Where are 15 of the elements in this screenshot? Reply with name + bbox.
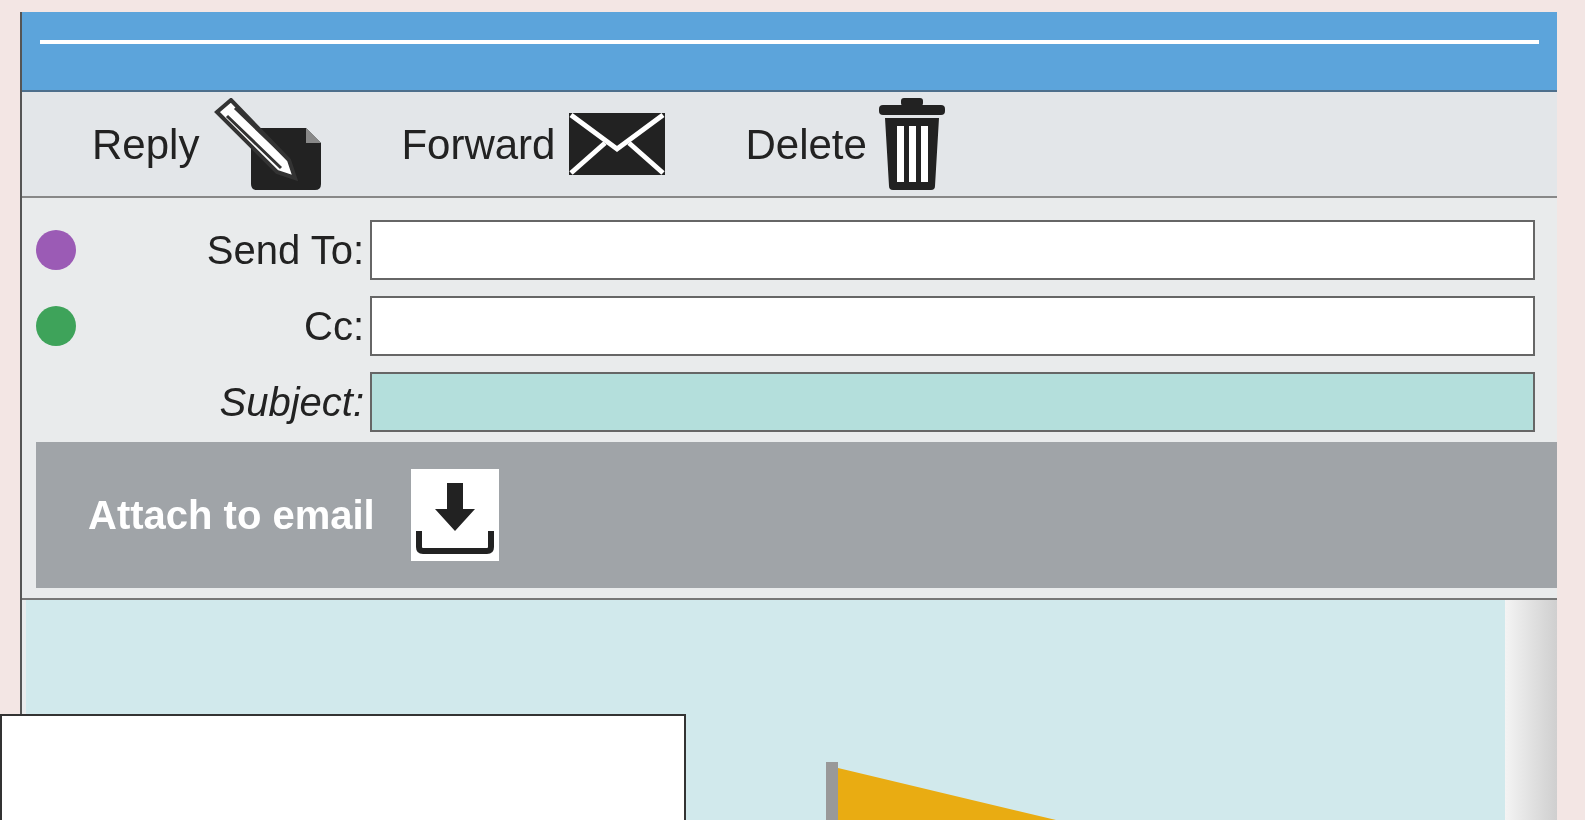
input-field[interactable]: [370, 372, 1535, 432]
toolbar-button[interactable]: Forward: [401, 111, 668, 177]
field-label: Cc:: [303, 303, 365, 350]
input-field[interactable]: [370, 296, 1535, 356]
input-field[interactable]: [370, 220, 1535, 280]
toolbar-button[interactable]: Delete: [745, 98, 945, 190]
download-button[interactable]: [410, 469, 499, 561]
pencil-note-icon: [211, 98, 324, 190]
scrollbar[interactable]: [1505, 600, 1557, 820]
toolbar-button[interactable]: Reply: [92, 98, 324, 190]
field-label: Send To:: [205, 227, 365, 274]
attach-label: Attach to email: [88, 492, 375, 539]
trash-can-icon: [878, 98, 945, 190]
field-label: Subject:: [218, 379, 365, 426]
envelope-icon: [567, 111, 668, 177]
